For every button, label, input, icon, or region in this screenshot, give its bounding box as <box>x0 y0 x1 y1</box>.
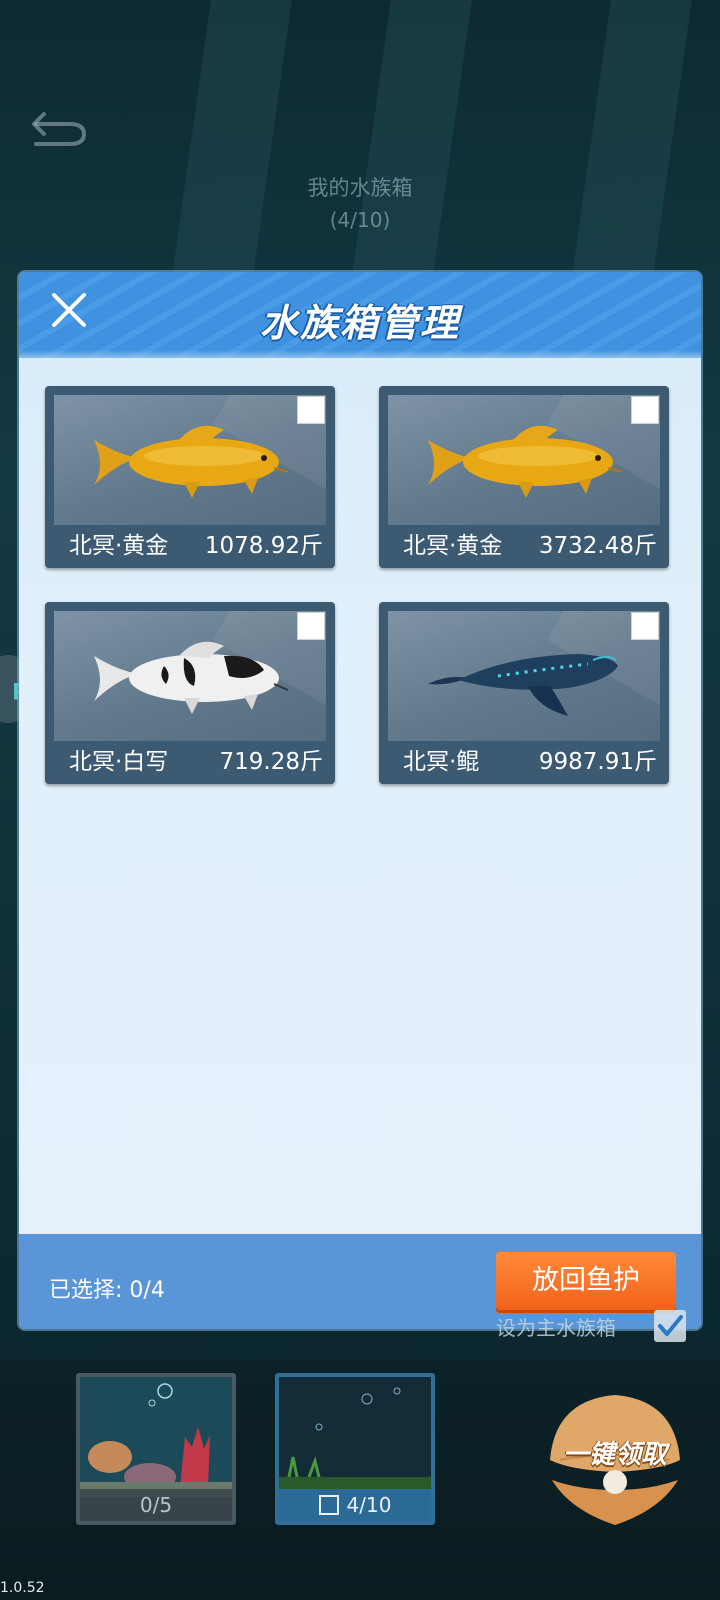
claim-all-button[interactable]: 一键领取 <box>540 1390 690 1535</box>
kun-whale-icon <box>428 654 618 716</box>
tank-thumbnail[interactable]: 0/5 <box>76 1373 236 1525</box>
dialog-header: 水族箱管理 <box>19 272 701 358</box>
version-label: 1.0.52 <box>0 1580 45 1596</box>
selected-count: 已选择: 0/4 <box>49 1278 165 1303</box>
fish-weight: 719.28斤 <box>219 749 323 775</box>
select-checkbox[interactable] <box>297 396 325 424</box>
fish-name: 北冥·白写 <box>69 749 169 775</box>
back-arrow-icon[interactable] <box>30 108 94 152</box>
fish-image <box>388 395 660 525</box>
checkbox-icon <box>318 1495 339 1515</box>
checkmark-icon <box>658 1315 683 1336</box>
tank-capacity: 0/5 <box>80 1489 232 1521</box>
fish-image <box>54 395 326 525</box>
plant-tank-icon <box>279 1377 431 1497</box>
dialog-title: 水族箱管理 <box>259 301 460 345</box>
set-main-tank-checkbox[interactable] <box>654 1310 686 1342</box>
fish-weight: 1078.92斤 <box>204 533 323 559</box>
aquarium-title: 我的水族箱 <box>307 176 413 200</box>
fish-weight: 3732.48斤 <box>538 533 657 559</box>
release-to-keepnet-button[interactable]: 放回鱼护 <box>496 1252 676 1310</box>
tank-thumbnail-selected[interactable]: 4/10 <box>275 1373 435 1525</box>
select-checkbox[interactable] <box>297 612 325 640</box>
fish-card[interactable]: 北冥·黄金 1078.92斤 <box>45 386 335 568</box>
claim-all-label: 一键领取 <box>562 1440 667 1470</box>
select-checkbox[interactable] <box>631 612 659 640</box>
fish-card[interactable]: 北冥·鲲 9987.91斤 <box>379 602 669 784</box>
gold-koi-icon <box>94 425 289 498</box>
fish-name: 北冥·鲲 <box>403 749 480 775</box>
fish-name: 北冥·黄金 <box>403 533 503 559</box>
fish-card[interactable]: 北冥·黄金 3732.48斤 <box>379 386 669 568</box>
fish-weight: 9987.91斤 <box>538 749 657 775</box>
shiro-utsuri-koi-icon <box>94 641 289 714</box>
aquarium-count: (4/10) <box>329 208 391 232</box>
gold-koi-icon <box>428 425 623 498</box>
fish-image <box>388 611 660 741</box>
fish-name: 北冥·黄金 <box>69 533 169 559</box>
select-checkbox[interactable] <box>631 396 659 424</box>
fish-card[interactable]: 北冥·白写 719.28斤 <box>45 602 335 784</box>
aquarium-manage-dialog: 水族箱管理 北冥·黄金 1078.92斤 北冥·黄金 3732.48斤 北冥·白… <box>19 272 701 1329</box>
set-main-tank-label: 设为主水族箱 <box>496 1316 616 1340</box>
tank-capacity: 4/10 <box>279 1489 431 1521</box>
fish-image <box>54 611 326 741</box>
coral-tank-icon <box>80 1377 232 1497</box>
